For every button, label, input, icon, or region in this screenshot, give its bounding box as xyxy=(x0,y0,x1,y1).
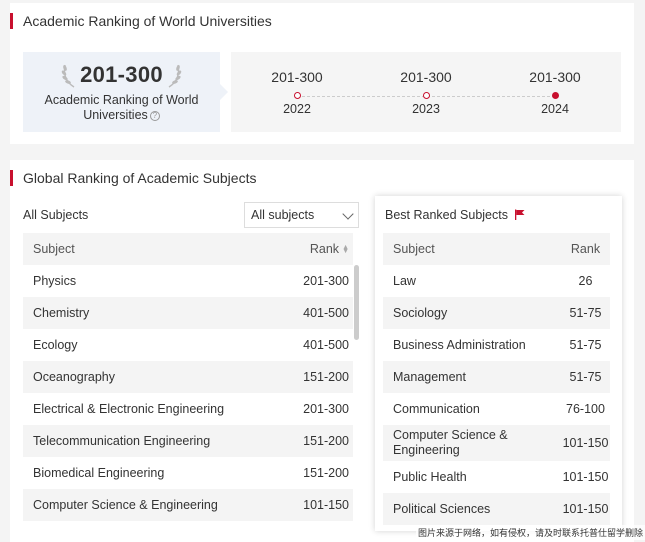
arwu-highlight-box: 201-300 Academic Ranking of World Univer… xyxy=(23,52,220,132)
arwu-rank-value: 201-300 xyxy=(80,62,163,87)
timeline-item-2022: 201-300 2022 xyxy=(252,52,342,132)
subject-rank: 101-150 xyxy=(562,436,609,450)
table-row: Public Health 101-150 xyxy=(383,461,610,493)
subject-name: Chemistry xyxy=(33,306,90,320)
timeline-dot xyxy=(294,92,301,99)
table-row: Business Administration 51-75 xyxy=(383,329,610,361)
subject-name: Political Sciences xyxy=(393,502,491,516)
subject-rank: 201-300 xyxy=(303,402,349,416)
timeline-item-2024: 201-300 2024 xyxy=(510,52,600,132)
table-row: Computer Science & Engineering 101-150 xyxy=(383,425,610,461)
watermark-text: 图片来源于网络，如有侵权，请及时联系托普仕留学删除 xyxy=(415,525,645,540)
table-scrollbar[interactable] xyxy=(354,265,359,340)
subject-name: Communication xyxy=(393,402,480,416)
arwu-card: Academic Ranking of World Universities 2… xyxy=(10,3,634,144)
table-row: Physics 201-300 xyxy=(23,265,353,297)
subject-name: Physics xyxy=(33,274,77,288)
subjects-section-title: Global Ranking of Academic Subjects xyxy=(10,170,256,186)
subject-rank: 51-75 xyxy=(569,370,602,384)
timeline-year: 2024 xyxy=(541,102,569,116)
subject-rank: 401-500 xyxy=(303,306,349,320)
best-ranked-title: Best Ranked Subjects xyxy=(385,208,525,222)
subject-rank: 101-150 xyxy=(562,502,609,516)
subject-name: Management xyxy=(393,370,466,384)
all-subjects-label: All Subjects xyxy=(23,208,89,222)
arwu-rank-label: Academic Ranking of World Universities? xyxy=(23,93,220,123)
subject-name: Computer Science & Engineering xyxy=(393,428,508,457)
subject-filter-select[interactable]: All subjects xyxy=(244,202,359,228)
subject-name: Business Administration xyxy=(393,338,526,352)
table-row: Management 51-75 xyxy=(383,361,610,393)
subjects-table: Subject Rank ▲ ▼ Physics 201-300 Chemistry 4… xyxy=(23,233,353,521)
rank-column-header[interactable]: Rank ▲ ▼ xyxy=(310,233,349,265)
flag-icon xyxy=(515,209,525,220)
arwu-section-title: Academic Ranking of World Universities xyxy=(10,13,272,29)
subject-name: Ecology xyxy=(33,338,78,352)
best-ranked-table: Subject Rank Law 26 Sociology 51-75 Busine… xyxy=(383,233,610,525)
table-row: Biomedical Engineering 151-200 xyxy=(23,457,353,489)
subject-name: Computer Science & Engineering xyxy=(33,498,218,512)
subject-rank: 151-200 xyxy=(303,466,349,480)
rank-column-header: Rank xyxy=(570,242,601,256)
subject-rank: 51-75 xyxy=(569,338,602,352)
subject-filter-value: All subjects xyxy=(251,208,315,222)
info-icon[interactable]: ? xyxy=(149,110,160,121)
table-row: Political Sciences 101-150 xyxy=(383,493,610,525)
subject-rank: 76-100 xyxy=(566,402,605,416)
subject-rank: 151-200 xyxy=(303,434,349,448)
timeline-dot xyxy=(423,92,430,99)
timeline-item-2023: 201-300 2023 xyxy=(381,52,471,132)
subject-rank: 51-75 xyxy=(569,306,602,320)
subject-name: Law xyxy=(393,274,416,288)
table-row: Communication 76-100 xyxy=(383,393,610,425)
table-row: Sociology 51-75 xyxy=(383,297,610,329)
subject-name: Biomedical Engineering xyxy=(33,466,165,480)
table-row: Chemistry 401-500 xyxy=(23,297,353,329)
table-header: Subject Rank ▲ ▼ xyxy=(23,233,353,265)
sort-icon[interactable]: ▲ ▼ xyxy=(342,244,349,255)
table-row: Computer Science & Engineering 101-150 xyxy=(23,489,353,521)
table-row: Electrical & Electronic Engineering 201-3… xyxy=(23,393,353,425)
subjects-card: Global Ranking of Academic Subjects All … xyxy=(10,160,634,542)
arwu-timeline: 201-300 2022 201-300 2023 201-300 2024 xyxy=(231,52,621,132)
subject-column-header: Subject xyxy=(33,242,75,256)
table-row: Law 26 xyxy=(383,265,610,297)
subject-name: Sociology xyxy=(393,306,448,320)
laurel-left-icon xyxy=(61,64,75,88)
subject-column-header: Subject xyxy=(393,242,435,256)
laurel-right-icon xyxy=(168,64,182,88)
subject-rank: 151-200 xyxy=(303,370,349,384)
table-row: Telecommunication Engineering 151-200 xyxy=(23,425,353,457)
timeline-rank: 201-300 xyxy=(529,69,581,85)
arwu-label-text: Academic Ranking of World Universities xyxy=(44,93,199,122)
timeline-rank: 201-300 xyxy=(400,69,452,85)
table-row: Oceanography 151-200 xyxy=(23,361,353,393)
subject-name: Electrical & Electronic Engineering xyxy=(33,402,225,416)
subject-rank: 101-150 xyxy=(562,470,609,484)
timeline-dot-active xyxy=(552,92,559,99)
rank-header-label: Rank xyxy=(309,242,340,256)
table-row: Ecology 401-500 xyxy=(23,329,353,361)
timeline-rank: 201-300 xyxy=(271,69,323,85)
subject-rank: 101-150 xyxy=(303,498,349,512)
best-ranked-panel: Best Ranked Subjects Subject Rank Law 26 … xyxy=(375,196,622,531)
subject-rank: 201-300 xyxy=(303,274,349,288)
subject-name: Oceanography xyxy=(33,370,116,384)
subject-name: Telecommunication Engineering xyxy=(33,434,211,448)
timeline-year: 2022 xyxy=(283,102,311,116)
timeline-year: 2023 xyxy=(412,102,440,116)
subject-rank: 26 xyxy=(578,274,593,288)
subject-name: Public Health xyxy=(393,470,467,484)
chevron-down-icon xyxy=(342,208,354,220)
subject-rank: 401-500 xyxy=(303,338,349,352)
table-header: Subject Rank xyxy=(383,233,610,265)
arwu-pointer-arrow xyxy=(219,83,228,101)
best-ranked-title-text: Best Ranked Subjects xyxy=(385,208,508,222)
